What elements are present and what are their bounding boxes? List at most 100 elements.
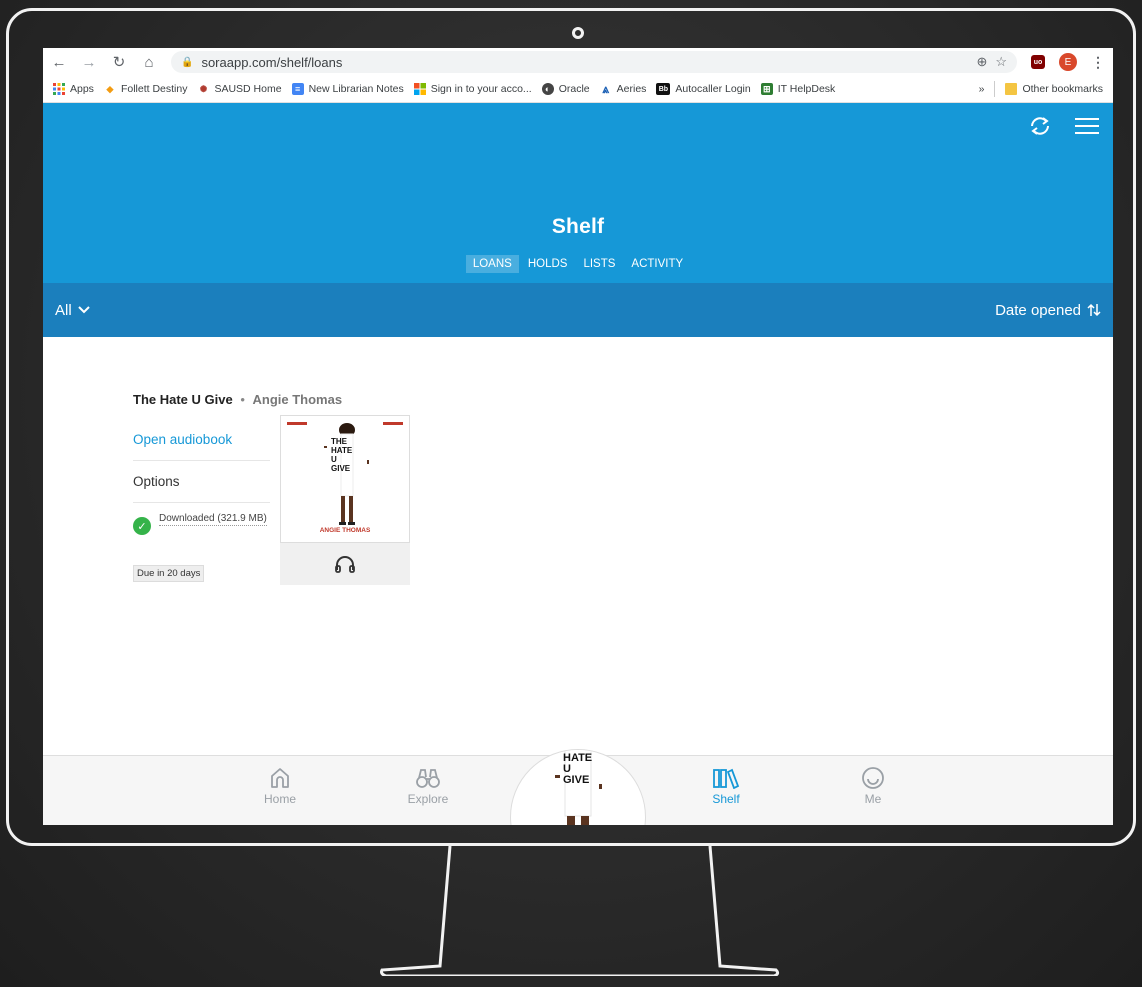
bookmark-label: SAUSD Home <box>214 83 282 95</box>
nav-explore-label: Explore <box>407 792 449 806</box>
nav-shelf-label: Shelf <box>712 792 740 806</box>
bookmark-star-icon[interactable]: ☆ <box>995 54 1007 70</box>
loan-heading: The Hate U Give • Angie Thomas <box>133 392 342 407</box>
nav-me-label: Me <box>864 792 882 806</box>
cover-title-word: THE <box>331 437 347 446</box>
headphones-icon <box>335 556 355 573</box>
book-title[interactable]: The Hate U Give <box>133 392 233 407</box>
bookmark-label: Follett Destiny <box>120 83 188 95</box>
ublock-extension-icon[interactable]: uo <box>1031 55 1045 69</box>
nav-home-label: Home <box>263 792 296 806</box>
download-status-text: Downloaded (321.9 MB) <box>159 513 267 526</box>
bookmark-follett-destiny[interactable]: ◆ Follett Destiny <box>104 83 188 95</box>
sort-button[interactable]: Date opened <box>995 302 1101 319</box>
filter-dropdown[interactable]: All <box>55 302 90 319</box>
due-badge: Due in 20 days <box>133 565 205 582</box>
book-cover-card[interactable]: THE HATE U GIVE ANGIE THOMAS <box>280 415 410 585</box>
open-audiobook-link[interactable]: Open audiobook <box>133 419 270 461</box>
bookmark-sign-in[interactable]: Sign in to your acco... <box>413 83 532 95</box>
book-cover: THE HATE U GIVE ANGIE THOMAS <box>280 415 410 543</box>
check-circle-icon: ✓ <box>133 517 151 535</box>
download-status[interactable]: ✓ Downloaded (321.9 MB) <box>133 503 270 549</box>
shelf-tabs: LOANS HOLDS LISTS ACTIVITY <box>43 255 1113 273</box>
tab-loans[interactable]: LOANS <box>465 255 519 273</box>
webcam-dot <box>572 27 584 39</box>
bookmarks-bar: Apps ◆ Follett Destiny ✺ SAUSD Home ≡ Ne… <box>43 76 1113 103</box>
audiobook-indicator <box>280 543 410 585</box>
bookmark-sausd-home[interactable]: ✺ SAUSD Home <box>197 83 282 95</box>
tab-lists[interactable]: LISTS <box>576 255 622 273</box>
profile-avatar[interactable]: E <box>1059 53 1077 71</box>
smiley-icon <box>862 767 884 789</box>
bookmark-label: New Librarian Notes <box>308 83 404 95</box>
bookmark-it-helpdesk[interactable]: ⊞ IT HelpDesk <box>760 83 836 95</box>
more-bookmarks-button[interactable]: » <box>979 83 985 95</box>
bookmark-label: Sign in to your acco... <box>430 83 532 95</box>
nav-home[interactable]: Home <box>240 764 320 806</box>
options-button[interactable]: Options <box>133 461 270 503</box>
bookmark-label: Aeries <box>616 83 647 95</box>
nav-explore[interactable]: Explore <box>388 764 468 806</box>
open-audiobook-label: Open audiobook <box>133 432 233 447</box>
add-icon[interactable]: ⊕ <box>976 54 987 70</box>
home-icon <box>271 768 289 788</box>
bookmark-new-librarian-notes[interactable]: ≡ New Librarian Notes <box>291 83 404 95</box>
monitor-stand <box>380 846 780 976</box>
filter-label: All <box>55 301 72 319</box>
sort-arrows-icon <box>1087 303 1101 317</box>
nav-shelf[interactable]: Shelf <box>686 764 766 806</box>
back-arrow-icon[interactable]: ← <box>51 54 67 71</box>
bookmark-label: Oracle <box>558 83 590 95</box>
loans-content: The Hate U Give • Angie Thomas Open audi… <box>43 337 1113 757</box>
nav-me[interactable]: Me <box>833 764 913 806</box>
oracle-icon: ◐ <box>541 83 554 95</box>
tab-activity[interactable]: ACTIVITY <box>624 255 690 273</box>
other-bookmarks[interactable]: Other bookmarks <box>1005 83 1103 95</box>
cover-title-word: U <box>331 455 337 464</box>
forward-arrow-icon[interactable]: → <box>81 54 97 71</box>
bookmark-label: Autocaller Login <box>675 83 751 95</box>
options-label: Options <box>133 474 180 489</box>
bookmark-oracle[interactable]: ◐ Oracle <box>541 83 590 95</box>
docs-icon: ≡ <box>291 83 304 95</box>
title-separator: • <box>240 392 245 407</box>
bookmark-autocaller-login[interactable]: Bb Autocaller Login <box>656 83 751 95</box>
lock-icon: 🔒 <box>181 56 194 68</box>
reload-icon[interactable]: ↻ <box>111 53 127 71</box>
bookmark-aeries[interactable]: ⩓ Aeries <box>600 81 647 96</box>
book-author[interactable]: Angie Thomas <box>253 392 343 407</box>
bookmarks-divider <box>994 81 996 97</box>
sync-icon[interactable] <box>1027 115 1053 137</box>
bookmark-label: IT HelpDesk <box>777 83 836 95</box>
sausd-icon: ✺ <box>199 83 208 94</box>
bookmark-apps[interactable]: Apps <box>53 83 94 95</box>
cover-title-word: HATE <box>331 446 353 455</box>
blackboard-icon: Bb <box>656 83 671 95</box>
tab-holds[interactable]: HOLDS <box>521 255 575 273</box>
binoculars-icon <box>416 769 440 788</box>
chevron-down-icon <box>77 306 90 314</box>
cover-author-text: ANGIE THOMAS <box>319 527 371 534</box>
home-button-icon[interactable]: ⌂ <box>141 54 157 71</box>
apps-grid-icon <box>53 83 65 95</box>
browser-screen: ← → ↻ ⌂ 🔒 soraapp.com/shelf/loans ⊕ ☆ uo… <box>43 48 1113 825</box>
bookmark-label: Apps <box>70 83 94 95</box>
loan-actions: Open audiobook Options ✓ Downloaded (321… <box>133 419 270 582</box>
hamburger-menu-icon[interactable] <box>1075 116 1099 136</box>
follett-icon: ◆ <box>106 83 114 94</box>
cover-figure-image <box>287 422 403 525</box>
aeries-icon: ⩓ <box>602 81 610 96</box>
app-header: Shelf LOANS HOLDS LISTS ACTIVITY <box>43 103 1113 283</box>
folder-icon <box>1005 83 1018 95</box>
browser-menu-icon[interactable]: ⋮ <box>1091 54 1105 71</box>
address-bar[interactable]: 🔒 soraapp.com/shelf/loans ⊕ ☆ <box>171 51 1017 73</box>
mini-cover-title-word: GIVE <box>563 774 590 786</box>
filter-bar: All Date opened <box>43 283 1113 337</box>
browser-toolbar: ← → ↻ ⌂ 🔒 soraapp.com/shelf/loans ⊕ ☆ uo… <box>43 48 1113 76</box>
now-playing-button[interactable]: THE HATE U GIVE <box>510 749 646 825</box>
cover-title-word: GIVE <box>331 464 351 473</box>
sort-label: Date opened <box>995 301 1081 319</box>
page-title: Shelf <box>551 215 605 238</box>
helpdesk-icon: ⊞ <box>760 83 773 95</box>
bookmark-label: Other bookmarks <box>1022 83 1103 95</box>
